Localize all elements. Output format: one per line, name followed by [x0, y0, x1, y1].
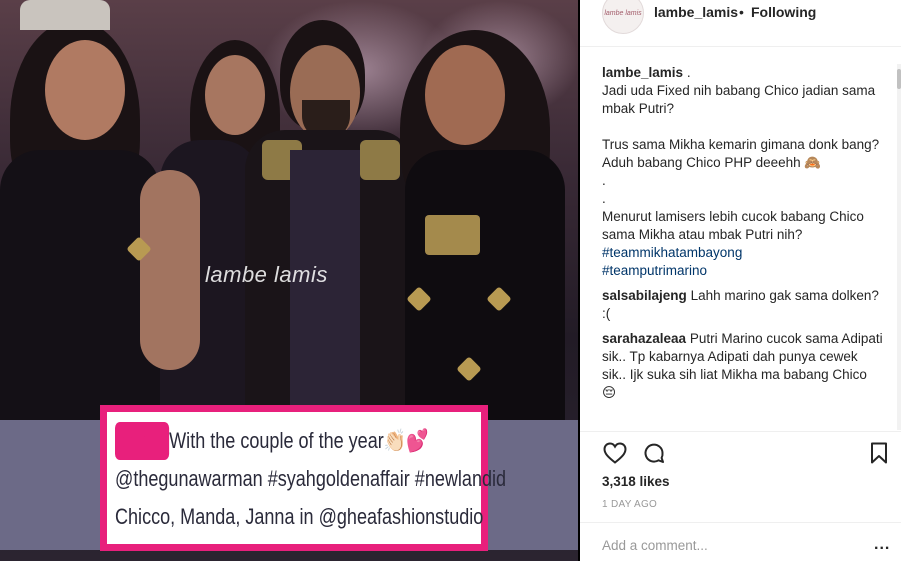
heart-icon[interactable] [602, 441, 628, 465]
image-caption-emoji: 👏🏻💕 [383, 428, 429, 453]
likes-count[interactable]: 3,318 likes [602, 474, 670, 489]
scrollbar-thumb[interactable] [897, 69, 901, 89]
comment-item: sarahazaleaa Putri Marino cucok sama Adi… [602, 330, 884, 402]
caption-text: . Jadi uda Fixed nih babang Chico jadian… [602, 65, 880, 242]
post-modal: lambe lamis b f hl dWith the couple of t… [0, 0, 901, 561]
bookmark-icon[interactable] [866, 441, 892, 465]
hashtag-link[interactable]: #teammikhatambayong [602, 244, 884, 262]
avatar-text: lambe lamis [604, 9, 642, 17]
image-caption-box: b f hl dWith the couple of the year👏🏻💕 @… [100, 405, 507, 551]
redacted-username: b f hl d [115, 422, 170, 460]
post-header: lambe lamis lambe_lamis • Following [580, 0, 901, 35]
jacket-gold-detail [360, 140, 400, 180]
add-comment-divider [580, 522, 901, 523]
dress-crown-embroidery [425, 215, 480, 255]
post-details-panel: lambe lamis lambe_lamis • Following lamb… [580, 0, 901, 561]
header-separator: • [739, 4, 744, 20]
comment-username[interactable]: salsabilajeng [602, 288, 687, 303]
add-comment-input[interactable]: Add a comment... [602, 538, 708, 553]
post-timestamp[interactable]: 1 DAY AGO [602, 499, 657, 510]
image-caption-line: @thegunawarman #syahgoldenaffair #newlan… [115, 466, 507, 491]
actions-divider [580, 431, 901, 432]
more-options-icon[interactable]: ... [874, 536, 890, 554]
header-username[interactable]: lambe_lamis [654, 4, 738, 20]
hashtag-link[interactable]: #teamputrimarino [602, 262, 884, 280]
person-face [425, 45, 505, 145]
comment-item: salsabilajeng Lahh marino gak sama dolke… [602, 287, 884, 323]
person-hat [20, 0, 110, 30]
header-divider [580, 46, 901, 47]
comments-list[interactable]: lambe_lamis . Jadi uda Fixed nih babang … [602, 64, 884, 430]
caption-username[interactable]: lambe_lamis [602, 65, 683, 80]
person-body [405, 150, 565, 430]
person-body [0, 150, 160, 430]
image-caption-line: Chicco, Manda, Janna in @gheafashionstud… [115, 504, 484, 529]
post-actions [602, 441, 892, 465]
comment-username[interactable]: sarahazaleaa [602, 331, 686, 346]
person-arm [140, 170, 200, 370]
follow-status-button[interactable]: Following [751, 4, 816, 20]
post-image[interactable]: lambe lamis b f hl dWith the couple of t… [0, 0, 578, 561]
image-caption-text: With the couple of the year [169, 428, 384, 453]
avatar[interactable]: lambe lamis [602, 0, 644, 34]
caption-comment: lambe_lamis . Jadi uda Fixed nih babang … [602, 64, 884, 280]
image-watermark: lambe lamis [205, 262, 328, 287]
image-caption-line: b f hl dWith the couple of the year👏🏻💕 [115, 422, 429, 460]
person-face [45, 40, 125, 140]
person-face [205, 55, 265, 135]
comments-scrollbar[interactable] [897, 64, 901, 430]
comment-bubble-icon[interactable] [641, 441, 667, 465]
